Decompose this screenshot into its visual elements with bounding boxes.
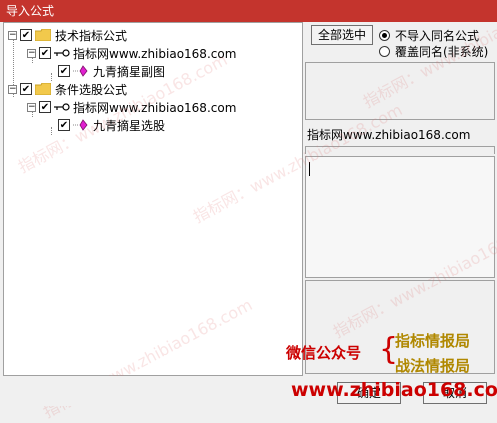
tree-checkbox[interactable]: ✔ — [20, 29, 32, 41]
tree-checkbox[interactable]: ✔ — [58, 119, 70, 131]
tree-node-label: 九青摘星选股 — [93, 118, 166, 133]
tree-node-label: 技术指标公式 — [55, 28, 128, 43]
tree-checkbox[interactable]: ✔ — [39, 101, 51, 113]
tree-node-label: 九青摘星副图 — [93, 64, 166, 79]
radio-button[interactable] — [379, 46, 390, 57]
option-label: 不导入同名公式 — [395, 29, 480, 43]
tree-checkbox[interactable]: ✔ — [58, 65, 70, 77]
collapse-toggle[interactable]: − — [8, 84, 17, 94]
options-area — [305, 62, 495, 120]
promo-url: www.zhibiao168.com — [291, 379, 497, 401]
formula-tree[interactable]: − ✔ 技术指标公式 − ✔ 指标网www.zhibiao168.com ✔ 九… — [3, 22, 303, 376]
tree-node-category[interactable]: − ✔ 技术指标公式 — [8, 26, 127, 44]
select-all-button[interactable]: 全部选中 — [311, 25, 373, 45]
tree-node-formula[interactable]: ✔ 九青摘星选股 — [46, 116, 165, 134]
tree-node-label: 指标网www.zhibiao168.com — [73, 100, 237, 115]
key-icon — [54, 103, 70, 111]
collapse-toggle[interactable]: − — [8, 30, 17, 40]
promo-wechat-label: 微信公众号 — [286, 344, 362, 362]
option-skip-duplicates[interactable]: 不导入同名公式 — [379, 27, 479, 44]
tree-node-group[interactable]: − ✔ 指标网www.zhibiao168.com — [27, 98, 236, 116]
promo-channel-2: 战法情报局 — [395, 357, 471, 375]
key-icon — [54, 49, 70, 57]
tree-checkbox[interactable]: ✔ — [20, 83, 32, 95]
tree-node-group[interactable]: − ✔ 指标网www.zhibiao168.com — [27, 44, 236, 62]
tree-checkbox[interactable]: ✔ — [39, 47, 51, 59]
divider — [305, 146, 495, 154]
option-overwrite-duplicates[interactable]: 覆盖同名(非系统) — [379, 43, 488, 60]
tree-node-label: 条件选股公式 — [55, 82, 128, 97]
source-text: 指标网www.zhibiao168.com — [307, 128, 471, 142]
folder-icon — [35, 83, 51, 95]
tree-node-category[interactable]: − ✔ 条件选股公式 — [8, 80, 127, 98]
tree-node-label: 指标网www.zhibiao168.com — [73, 46, 237, 61]
collapse-toggle[interactable]: − — [27, 48, 36, 58]
text-caret — [309, 162, 310, 176]
promo-channel-1: 指标情报局 — [395, 332, 471, 350]
formula-icon — [73, 65, 88, 77]
formula-icon — [73, 119, 88, 131]
tree-node-formula[interactable]: ✔ 九青摘星副图 — [46, 62, 165, 80]
folder-icon — [35, 29, 51, 41]
window-title: 导入公式 — [0, 0, 497, 22]
formula-note-textarea[interactable] — [305, 156, 495, 278]
radio-button[interactable] — [379, 30, 390, 41]
option-label: 覆盖同名(非系统) — [395, 45, 489, 59]
collapse-toggle[interactable]: − — [27, 102, 36, 112]
